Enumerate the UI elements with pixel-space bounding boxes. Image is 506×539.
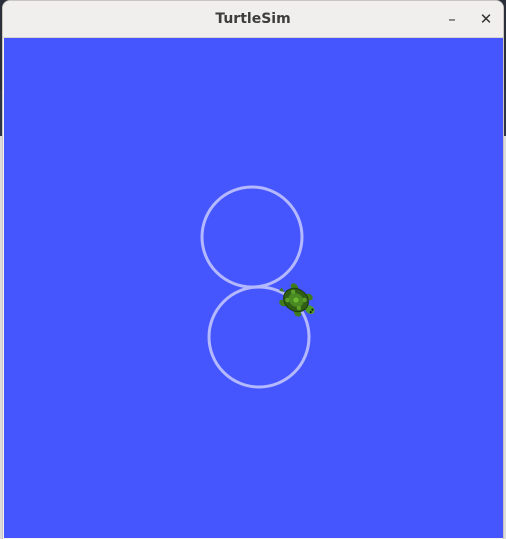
turtle-canvas (4, 38, 503, 538)
window-title: TurtleSim (215, 11, 291, 27)
window-titlebar[interactable]: TurtleSim – ✕ (3, 1, 503, 38)
turtle-canvas-svg (4, 38, 503, 538)
minimize-button[interactable]: – (439, 7, 465, 33)
close-button[interactable]: ✕ (473, 7, 499, 33)
turtlesim-window: TurtleSim – ✕ (2, 0, 504, 539)
